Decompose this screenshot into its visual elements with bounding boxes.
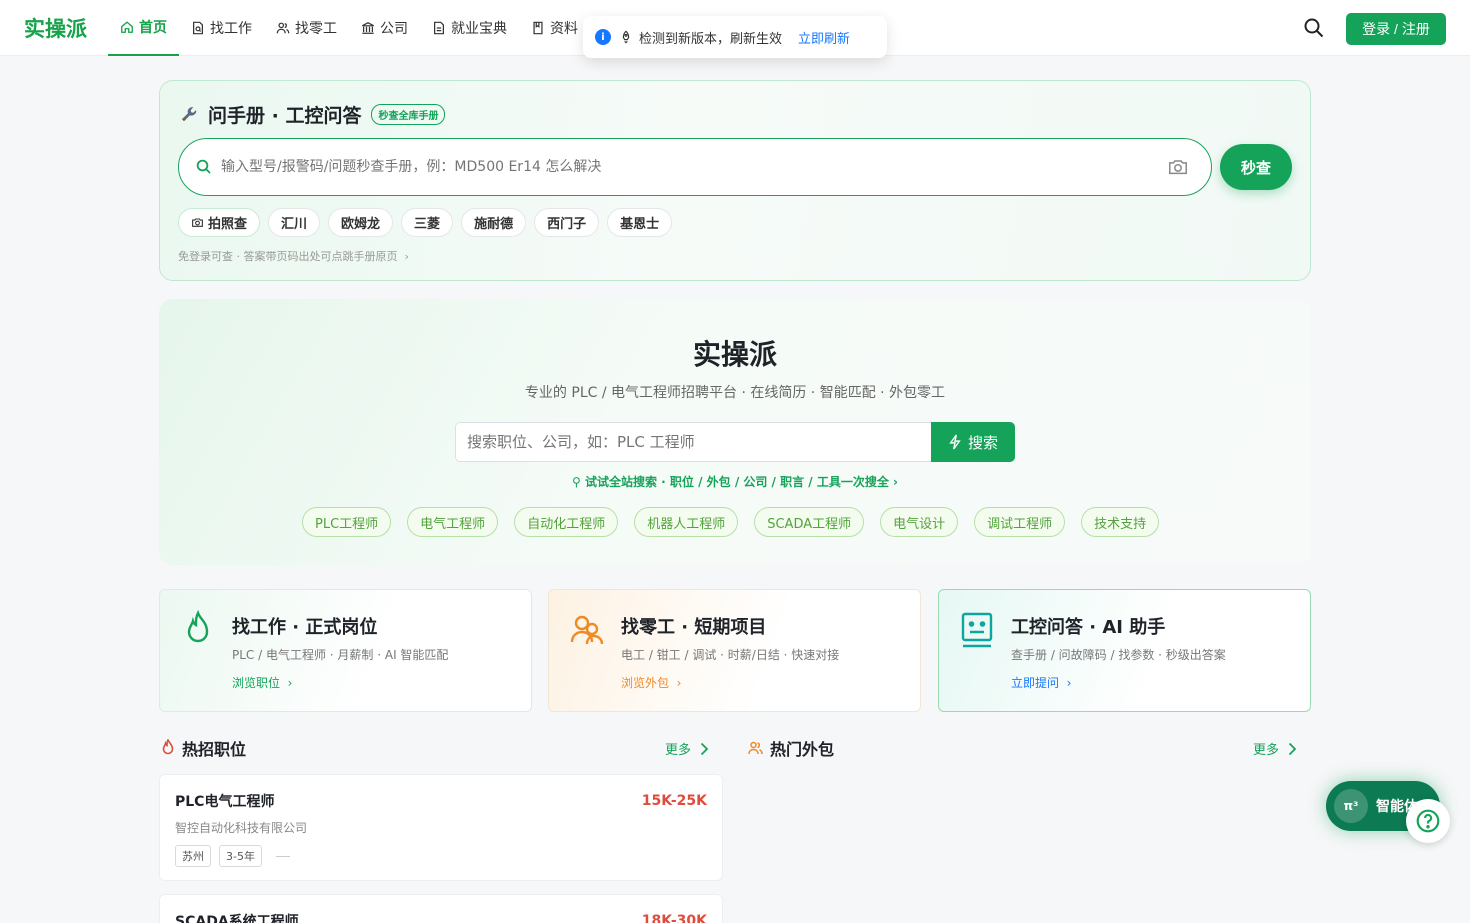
- help-icon: [1416, 809, 1440, 833]
- job-salary: 15K-25K: [641, 793, 707, 809]
- feature-card-ai[interactable]: 工控问答 · AI 助手 查手册 / 问故障码 / 找参数 · 秒级出答案 立即…: [938, 589, 1311, 712]
- document-icon: [434, 21, 444, 35]
- hero-section: 实操派 专业的 PLC / 电气工程师招聘平台 · 在线简历 · 智能匹配 · …: [159, 299, 1311, 565]
- chip-brand[interactable]: 基恩士: [607, 208, 673, 237]
- job-company: 智控自动化科技有限公司: [175, 821, 308, 835]
- manual-search-box[interactable]: [178, 138, 1212, 196]
- job-card[interactable]: PLC电气工程师 智控自动化科技有限公司 15K-25K 苏州 3-5年: [159, 774, 723, 881]
- hot-gigs-heading: 热门外包: [747, 736, 834, 760]
- chevron-right-icon: [700, 742, 709, 755]
- search-icon: ⚲: [572, 475, 581, 489]
- search-icon: [196, 159, 211, 174]
- hot-gigs-more-link[interactable]: 更多: [1253, 739, 1297, 758]
- camera-icon[interactable]: [1167, 156, 1189, 178]
- refresh-now-link[interactable]: 立即刷新: [798, 28, 850, 47]
- users-icon: [570, 615, 604, 645]
- flame-icon: [187, 610, 209, 643]
- nav-item-gigs[interactable]: 找零工: [264, 0, 349, 56]
- manual-badge: 秒查全库手册: [371, 104, 446, 125]
- ask-now-link[interactable]: 立即提问 ›: [1011, 674, 1071, 691]
- chevron-right-icon: ›: [283, 676, 293, 690]
- file-icon: [533, 21, 543, 35]
- hot-tag[interactable]: 电气设计: [880, 507, 959, 537]
- manual-title: 问手册 · 工控问答 秒查全库手册: [180, 101, 446, 128]
- divider: [275, 855, 290, 857]
- chip-brand[interactable]: 施耐德: [461, 208, 527, 237]
- pi-logo-icon: π³: [1334, 789, 1368, 823]
- hot-tag[interactable]: SCADA工程师: [754, 507, 865, 537]
- hot-tag[interactable]: 技术支持: [1081, 507, 1160, 537]
- bank-icon: [362, 22, 374, 34]
- hero-title: 实操派: [692, 338, 777, 371]
- job-title: SCADA系统工程师: [175, 914, 299, 923]
- feature-card-gigs[interactable]: 找零工 · 短期项目 电工 / 钳工 / 调试 · 时薪/日结 · 快速对接 浏…: [548, 589, 921, 712]
- camera-icon: [192, 218, 203, 227]
- browse-gigs-link[interactable]: 浏览外包 ›: [621, 674, 681, 691]
- chip-brand[interactable]: 欧姆龙: [328, 208, 394, 237]
- hot-jobs-heading: 热招职位: [160, 736, 246, 760]
- nav-item-guide[interactable]: 就业宝典: [420, 0, 519, 56]
- help-float-button[interactable]: [1406, 799, 1450, 843]
- job-card[interactable]: SCADA系统工程师 18K-30K: [159, 894, 723, 923]
- chevron-right-icon: ›: [401, 250, 409, 263]
- brand-chips: 拍照查 汇川 欧姆龙 三菱 施耐德 西门子 基恩士: [178, 208, 673, 237]
- manual-search-card: 问手册 · 工控问答 秒查全库手册 秒查 拍照查 汇川 欧姆龙 三菱 施耐德 西…: [159, 80, 1311, 281]
- chevron-right-icon: ›: [1062, 676, 1072, 690]
- hot-tag[interactable]: 自动化工程师: [514, 507, 619, 537]
- hot-tag[interactable]: PLC工程师: [302, 507, 392, 537]
- job-tag: 苏州: [175, 845, 211, 867]
- chevron-right-icon: ›: [672, 676, 682, 690]
- chip-brand[interactable]: 西门子: [534, 208, 600, 237]
- home-icon: [121, 21, 133, 33]
- chevron-right-icon: [1288, 742, 1297, 755]
- site-search-link[interactable]: ⚲ 试试全站搜索 · 职位 / 外包 / 公司 / 职言 / 工具一次搜全 ›: [159, 473, 1311, 490]
- chip-brand[interactable]: 汇川: [268, 208, 321, 237]
- nav-item-home[interactable]: 首页: [108, 0, 179, 56]
- manual-note[interactable]: 免登录可查 · 答案带页码出处可点跳手册原页 ›: [178, 248, 409, 264]
- chip-photo-search[interactable]: 拍照查: [178, 208, 261, 237]
- job-salary: 18K-30K: [641, 913, 707, 923]
- toast-message: 检测到新版本，刷新生效: [639, 31, 783, 47]
- hot-tag[interactable]: 机器人工程师: [634, 507, 739, 537]
- document-search-icon: [193, 21, 203, 35]
- info-icon: i: [595, 29, 611, 45]
- update-toast: i 检测到新版本，刷新生效 立即刷新: [583, 16, 887, 58]
- quick-search-button[interactable]: 秒查: [1220, 144, 1292, 190]
- users-icon: [276, 22, 290, 34]
- robot-icon: [961, 612, 993, 648]
- rocket-icon: [622, 30, 630, 44]
- hot-jobs-more-link[interactable]: 更多: [665, 739, 709, 758]
- nav-item-jobs[interactable]: 找工作: [179, 0, 264, 56]
- hot-tag[interactable]: 调试工程师: [974, 507, 1066, 537]
- job-search-button[interactable]: 搜索: [931, 422, 1015, 462]
- main-nav: 首页 找工作 找零工 公司 就业宝典 资料: [108, 0, 590, 56]
- hot-tag[interactable]: 电气工程师: [407, 507, 499, 537]
- job-search-input[interactable]: [455, 422, 931, 462]
- users-icon: [748, 741, 763, 755]
- lightning-icon: [949, 434, 961, 450]
- browse-jobs-link[interactable]: 浏览职位 ›: [232, 674, 292, 691]
- brand-logo[interactable]: 实操派: [24, 13, 87, 43]
- hero-subtitle: 专业的 PLC / 电气工程师招聘平台 · 在线简历 · 智能匹配 · 外包零工: [524, 385, 946, 401]
- manual-search-input[interactable]: [221, 159, 1167, 175]
- job-search-bar: 搜索: [455, 422, 1015, 462]
- nav-item-materials[interactable]: 资料: [519, 0, 590, 56]
- flame-icon: [162, 739, 174, 755]
- nav-item-company[interactable]: 公司: [349, 0, 420, 56]
- feature-card-jobs[interactable]: 找工作 · 正式岗位 PLC / 电气工程师 · 月薪制 · AI 智能匹配 浏…: [159, 589, 532, 712]
- hot-tags: PLC工程师 电气工程师 自动化工程师 机器人工程师 SCADA工程师 电气设计…: [302, 507, 1160, 537]
- job-tag: 3-5年: [219, 845, 262, 867]
- job-tags: 苏州 3-5年: [175, 845, 290, 867]
- wrench-icon: [181, 106, 197, 121]
- chip-brand[interactable]: 三菱: [401, 208, 454, 237]
- job-title: PLC电气工程师: [175, 794, 275, 810]
- login-register-button[interactable]: 登录 / 注册: [1346, 13, 1446, 45]
- search-icon[interactable]: [1302, 16, 1326, 40]
